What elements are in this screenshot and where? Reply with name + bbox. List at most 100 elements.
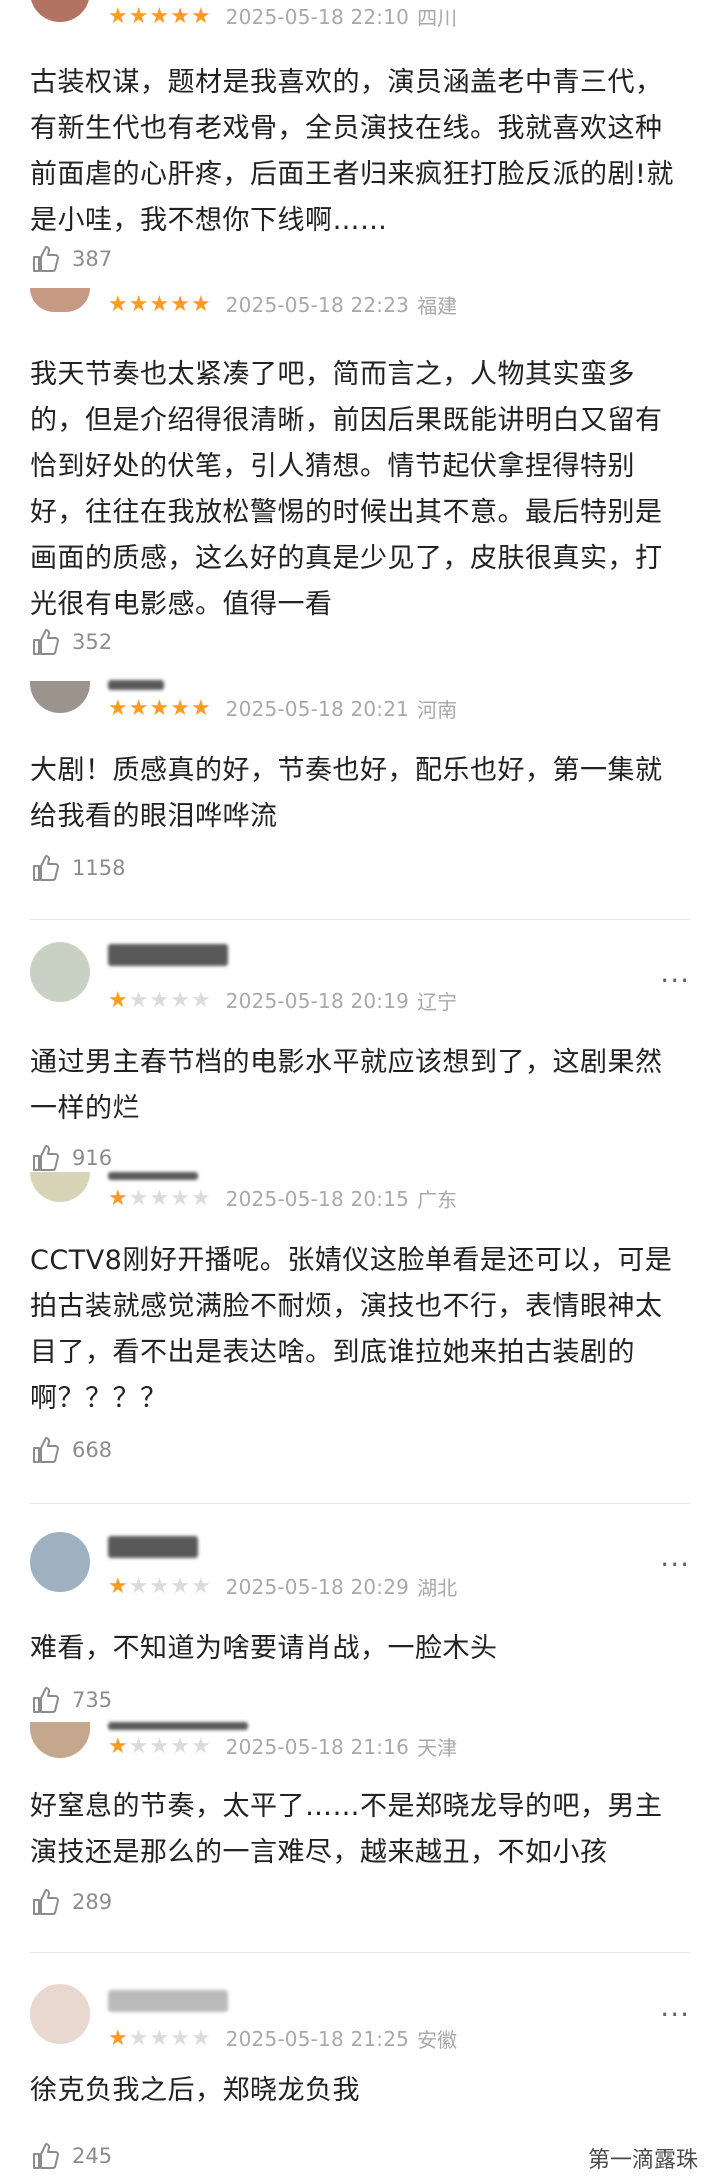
star-empty-icon: ★ <box>170 1733 190 1759</box>
star-filled-icon: ★ <box>108 3 128 29</box>
review-meta: ★ ★ ★ ★ ★ 2025-05-18 21:25 安徽 <box>108 2024 457 2053</box>
star-filled-icon: ★ <box>190 3 211 29</box>
review-meta: ★ ★ ★ ★ ★ 2025-05-18 21:16 天津 <box>108 1732 457 1761</box>
username-redacted <box>108 1722 248 1730</box>
avatar[interactable] <box>30 1532 90 1592</box>
like-count: 735 <box>72 1688 113 1712</box>
star-rating: ★ ★ ★ ★ ★ <box>108 291 212 317</box>
divider <box>30 1952 690 1953</box>
like-button[interactable]: 289 <box>30 1886 112 1918</box>
star-empty-icon: ★ <box>190 1733 211 1759</box>
star-empty-icon: ★ <box>190 2025 211 2051</box>
avatar[interactable] <box>30 1172 90 1202</box>
like-button[interactable]: 352 <box>30 626 112 658</box>
avatar[interactable] <box>30 1984 90 2044</box>
more-options-icon[interactable]: ··· <box>660 1998 690 2031</box>
star-filled-icon: ★ <box>149 3 170 29</box>
avatar[interactable] <box>30 1722 90 1758</box>
like-button[interactable]: 916 <box>30 1142 112 1174</box>
review-text: 我天节奏也太紧凑了吧，简而言之，人物其实蛮多的，但是介绍得很清晰，前因后果既能讲… <box>30 359 663 620</box>
like-button[interactable]: 245 <box>30 2140 112 2172</box>
star-filled-icon: ★ <box>108 987 128 1013</box>
review-date: 2025-05-18 20:19 <box>225 988 410 1013</box>
star-empty-icon: ★ <box>149 987 170 1013</box>
star-filled-icon: ★ <box>128 695 149 721</box>
star-filled-icon: ★ <box>190 291 211 317</box>
star-rating: ★ ★ ★ ★ ★ <box>108 987 212 1013</box>
review-location: 辽宁 <box>417 990 458 1014</box>
star-filled-icon: ★ <box>108 1185 128 1211</box>
star-rating: ★ ★ ★ ★ ★ <box>108 3 212 29</box>
star-empty-icon: ★ <box>190 987 211 1013</box>
review-meta: ★ ★ ★ ★ ★ 2025-05-18 20:15 广东 <box>108 1184 457 1213</box>
review-location: 福建 <box>417 294 458 318</box>
like-button[interactable]: 1158 <box>30 852 125 884</box>
review-location: 天津 <box>417 1736 458 1760</box>
like-button[interactable]: 668 <box>30 1434 112 1466</box>
avatar[interactable] <box>30 942 90 1002</box>
thumbs-up-icon <box>33 1687 59 1713</box>
review-text: 大剧！质感真的好，节奏也好，配乐也好，第一集就给我看的眼泪哗哗流 <box>30 755 663 832</box>
star-empty-icon: ★ <box>190 1185 211 1211</box>
star-empty-icon: ★ <box>128 987 149 1013</box>
thumbs-up-icon <box>33 2143 59 2169</box>
star-filled-icon: ★ <box>170 3 190 29</box>
star-filled-icon: ★ <box>170 291 190 317</box>
review-date: 2025-05-18 20:21 <box>225 696 410 721</box>
divider <box>30 1503 690 1504</box>
star-filled-icon: ★ <box>128 291 149 317</box>
review-text: 好窒息的节奏，太平了……不是郑晓龙导的吧，男主演技还是那么的一言难尽，越来越丑，… <box>30 1791 663 1868</box>
like-count: 668 <box>72 1438 113 1462</box>
thumbs-up-icon <box>33 629 59 655</box>
review-text: CCTV8刚好开播呢。张婧仪这脸单看是还可以，可是拍古装就感觉满脸不耐烦，演技也… <box>30 1245 673 1414</box>
avatar[interactable] <box>30 681 90 713</box>
more-options-icon[interactable]: ··· <box>660 964 690 997</box>
star-empty-icon: ★ <box>149 2025 170 2051</box>
like-button[interactable]: 387 <box>30 243 112 275</box>
review-date: 2025-05-18 20:29 <box>225 1574 410 1599</box>
avatar[interactable] <box>30 288 90 312</box>
star-empty-icon: ★ <box>170 1185 190 1211</box>
like-count: 387 <box>72 247 113 271</box>
like-button[interactable]: 735 <box>30 1684 112 1716</box>
star-filled-icon: ★ <box>170 695 190 721</box>
star-filled-icon: ★ <box>149 291 170 317</box>
review-location: 广东 <box>417 1188 458 1212</box>
review-meta: ★ ★ ★ ★ ★ 2025-05-18 20:21 河南 <box>108 694 457 723</box>
review-location: 河南 <box>417 698 458 722</box>
username-redacted <box>108 680 164 690</box>
star-empty-icon: ★ <box>128 1185 149 1211</box>
star-rating: ★ ★ ★ ★ ★ <box>108 1185 212 1211</box>
username-redacted <box>108 944 228 966</box>
like-count: 916 <box>72 1146 113 1170</box>
more-options-icon[interactable]: ··· <box>660 1548 690 1581</box>
star-filled-icon: ★ <box>149 695 170 721</box>
review-location: 四川 <box>417 6 458 30</box>
review-date: 2025-05-18 22:10 <box>225 4 410 29</box>
thumbs-up-icon <box>33 1145 59 1171</box>
star-rating: ★ ★ ★ ★ ★ <box>108 2025 212 2051</box>
star-empty-icon: ★ <box>170 2025 190 2051</box>
star-empty-icon: ★ <box>128 2025 149 2051</box>
star-filled-icon: ★ <box>108 291 128 317</box>
avatar[interactable] <box>30 0 90 22</box>
thumbs-up-icon <box>33 1889 59 1915</box>
star-empty-icon: ★ <box>149 1185 170 1211</box>
review-text: 徐克负我之后，郑晓龙负我 <box>30 2075 360 2106</box>
review-meta: ★ ★ ★ ★ ★ 2025-05-18 22:10 四川 <box>108 2 457 31</box>
star-rating: ★ ★ ★ ★ ★ <box>108 695 212 721</box>
username-redacted <box>108 1172 198 1180</box>
review-meta: ★ ★ ★ ★ ★ 2025-05-18 22:23 福建 <box>108 290 457 319</box>
review-text: 古装权谋，题材是我喜欢的，演员涵盖老中青三代，有新生代也有老戏骨，全员演技在线。… <box>30 67 674 236</box>
star-filled-icon: ★ <box>108 1573 128 1599</box>
star-empty-icon: ★ <box>190 1573 211 1599</box>
review-date: 2025-05-18 21:16 <box>225 1734 410 1759</box>
star-filled-icon: ★ <box>108 1733 128 1759</box>
username-redacted <box>108 1990 228 2012</box>
star-empty-icon: ★ <box>128 1573 149 1599</box>
star-empty-icon: ★ <box>149 1573 170 1599</box>
review-text: 难看，不知道为啥要请肖战，一脸木头 <box>30 1633 498 1664</box>
star-rating: ★ ★ ★ ★ ★ <box>108 1573 212 1599</box>
thumbs-up-icon <box>33 246 59 272</box>
review-meta: ★ ★ ★ ★ ★ 2025-05-18 20:19 辽宁 <box>108 986 457 1015</box>
